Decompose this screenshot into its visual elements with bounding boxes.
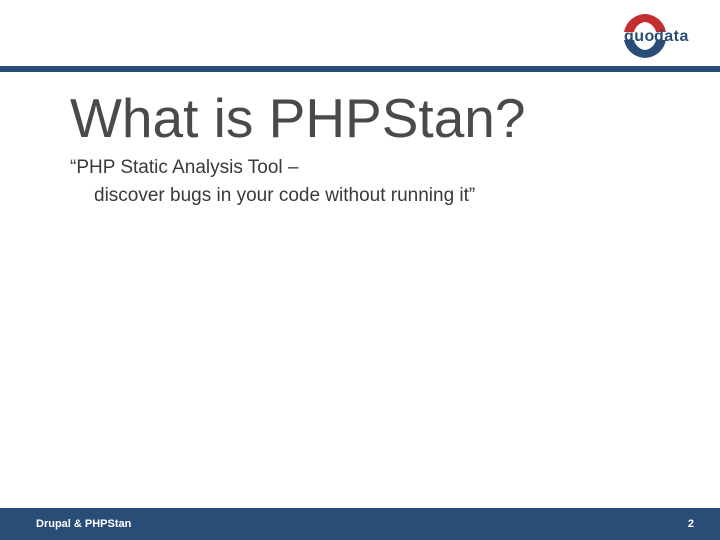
quodata-logo: quo data bbox=[600, 10, 690, 62]
subtitle-line-2: discover bugs in your code without runni… bbox=[70, 182, 680, 211]
slide-content: What is PHPStan? “PHP Static Analysis To… bbox=[70, 90, 680, 211]
logo-text-left: quo bbox=[624, 28, 655, 45]
logo-text-right: data bbox=[654, 28, 689, 45]
slide-title: What is PHPStan? bbox=[70, 90, 680, 148]
page-number: 2 bbox=[688, 518, 694, 530]
footer-bar: Drupal & PHPStan 2 bbox=[0, 508, 720, 540]
slide-subtitle: “PHP Static Analysis Tool – discover bug… bbox=[70, 154, 680, 211]
subtitle-line-1: “PHP Static Analysis Tool – bbox=[70, 154, 680, 183]
footer-left: Drupal & PHPStan bbox=[36, 518, 131, 530]
header-bar: quo data bbox=[0, 0, 720, 72]
